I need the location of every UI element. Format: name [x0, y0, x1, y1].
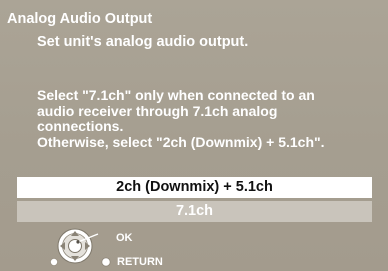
- instruction-line: Otherwise, select "2ch (Downmix) + 5.1ch…: [37, 133, 325, 150]
- option-7-1ch[interactable]: 7.1ch: [17, 201, 372, 222]
- instruction-line: Select "7.1ch" only when connected to an: [37, 87, 315, 103]
- menu-title: Analog Audio Output: [7, 11, 153, 27]
- option-2ch-downmix-5-1ch[interactable]: 2ch (Downmix) + 5.1ch: [17, 177, 372, 198]
- return-button-icon: [101, 257, 111, 267]
- instructions-text: Select "7.1ch" only when connected to an…: [37, 87, 325, 150]
- instruction-line: audio receiver through 7.1ch analog: [37, 102, 278, 119]
- remote-cursor-pad-icon: [50, 228, 111, 267]
- left-dot-icon: [50, 258, 58, 267]
- ok-key-label: OK: [116, 232, 133, 244]
- settings-screen: Analog Audio Output Set unit's analog au…: [0, 0, 388, 271]
- return-key-label: RETURN: [117, 256, 163, 268]
- instruction-line: connections.: [37, 118, 124, 134]
- menu-subtitle: Set unit's analog audio output.: [37, 34, 249, 50]
